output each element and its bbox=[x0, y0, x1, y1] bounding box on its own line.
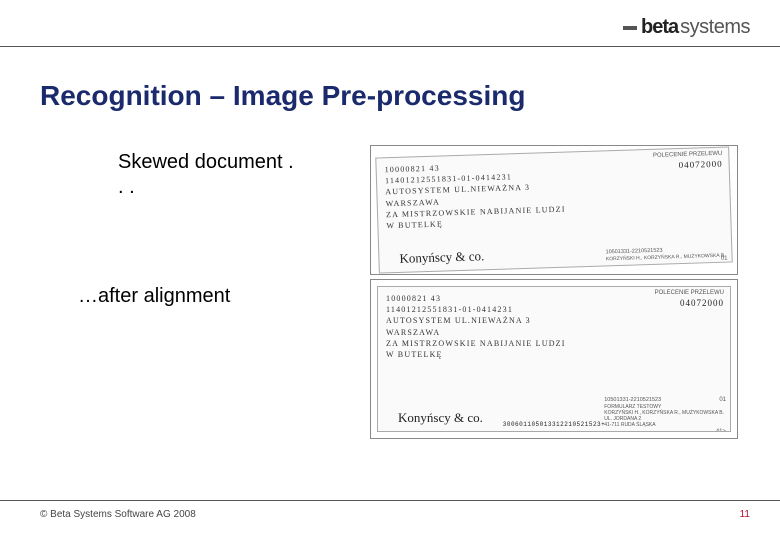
slide-title: Recognition – Image Pre-processing bbox=[40, 80, 525, 112]
form-header-right: POLECENIE PRZELEWU 04072000 bbox=[655, 290, 724, 309]
side-num2: 41> bbox=[716, 429, 726, 432]
side-num: 01 bbox=[719, 397, 726, 404]
barcode-text: 10501331-2210521523 bbox=[604, 397, 724, 404]
document-image-skewed: POLECENIE PRZELEWU 04072000 10000821 43 … bbox=[370, 145, 738, 275]
form-skewed: POLECENIE PRZELEWU 04072000 10000821 43 … bbox=[375, 146, 732, 273]
copyright-text: © Beta Systems Software AG 2008 bbox=[40, 509, 196, 520]
slide-footer: © Beta Systems Software AG 2008 11 bbox=[0, 500, 780, 520]
form-header-label: POLECENIE PRZELEWU bbox=[655, 290, 724, 298]
form-aligned: POLECENIE PRZELEWU 04072000 10000821 43 … bbox=[377, 286, 731, 432]
brand-logo: betasystems bbox=[623, 16, 750, 39]
form-header-number: 04072000 bbox=[655, 298, 724, 310]
page-number: 11 bbox=[740, 509, 750, 520]
header-divider bbox=[0, 46, 780, 47]
side-num: 01 bbox=[721, 256, 728, 263]
small-line: 41-711 RUDA ŚLĄSKA bbox=[604, 422, 724, 428]
logo-text-light: systems bbox=[680, 16, 750, 39]
logo-text-bold: beta bbox=[641, 16, 678, 39]
form-small-print: 10501331-2210521523 FORMULARZ TESTOWY KO… bbox=[604, 397, 724, 428]
hw-line: W BUTELKĘ bbox=[386, 349, 722, 360]
hw-line: AUTOSYSTEM UL.NIEWAŻNA 3 bbox=[386, 315, 722, 326]
document-image-aligned: POLECENIE PRZELEWU 04072000 10000821 43 … bbox=[370, 279, 738, 439]
logo-dash-icon bbox=[623, 26, 637, 30]
caption-skewed: Skewed document . . . bbox=[118, 150, 298, 200]
hw-line: ZA MISTRZOWSKIE NABIJANIE LUDZI bbox=[386, 338, 722, 349]
micr-line: 300601105013312210521523+ bbox=[503, 421, 606, 429]
signature: Konyńscy & co. bbox=[399, 247, 484, 268]
hw-line: WARSZAWA bbox=[386, 327, 722, 338]
form-small-print: 10501331-2210521523 KORZYŃSKI H., KORZYŃ… bbox=[606, 246, 726, 262]
caption-aligned: …after alignment bbox=[78, 285, 230, 308]
signature: Konyńscy & co. bbox=[398, 409, 483, 427]
form-header-number: 04072000 bbox=[653, 158, 723, 172]
form-header-right: POLECENIE PRZELEWU 04072000 bbox=[653, 151, 723, 173]
